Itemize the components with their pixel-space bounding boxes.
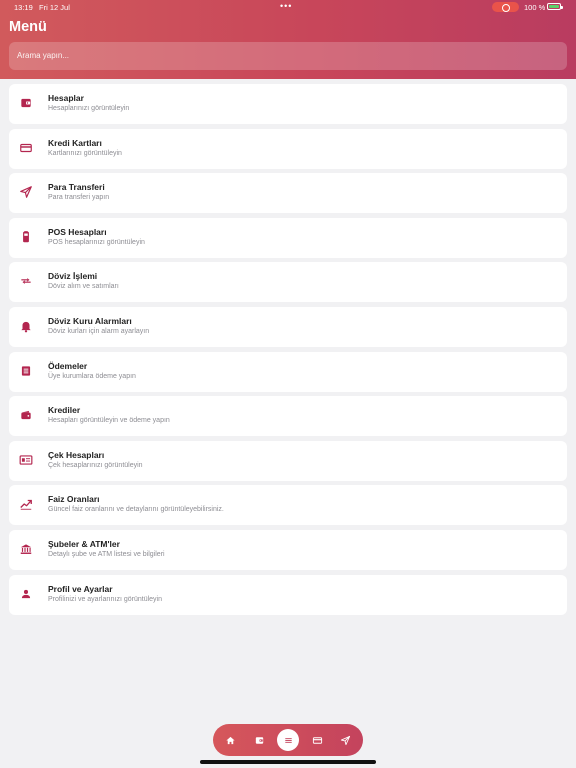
menu-item-subtitle: Para transferi yapın (48, 194, 110, 202)
menu-item-title: POS Hesapları (48, 226, 107, 237)
menu-item-title: Faiz Oranları (48, 494, 100, 505)
tab-accounts[interactable] (249, 730, 269, 750)
home-indicator[interactable] (200, 760, 376, 764)
multitasking-dots-icon[interactable]: ••• (280, 1, 292, 11)
home-icon (225, 736, 235, 744)
menu-item-subtitle: Çek hesaplarınızı görüntüleyin (48, 461, 143, 469)
tab-home[interactable] (220, 730, 240, 750)
page-title: Menü (9, 19, 47, 35)
header: 13:19 Fri 12 Jul ••• 100 % Menü Arama ya… (0, 0, 576, 79)
tab-bar (213, 724, 363, 756)
menu-item-subeler-atmler[interactable]: Şubeler & ATM'ler Detaylı şube ve ATM li… (9, 529, 567, 570)
receipt-icon (19, 364, 33, 378)
battery-icon (547, 3, 563, 10)
cheque-icon (19, 453, 33, 467)
loan-wallet-icon (19, 408, 33, 422)
tab-transfer[interactable] (335, 730, 355, 750)
status-bar: 13:19 Fri 12 Jul ••• 100 % (0, 0, 576, 14)
credit-card-icon (312, 736, 322, 744)
battery-percent: 100 % (524, 3, 546, 12)
trending-up-icon (19, 497, 33, 511)
bank-icon (19, 542, 33, 556)
menu-item-title: Şubeler & ATM'ler (48, 538, 120, 549)
menu-icon (284, 737, 292, 743)
menu-item-title: Ödemeler (48, 360, 88, 371)
menu-item-kredi-kartlari[interactable]: Kredi Kartları Kartlarınızı görüntüleyin (9, 128, 567, 169)
credit-card-icon (19, 141, 33, 155)
menu-item-subtitle: Hesaplarınızı görüntüleyin (48, 105, 130, 112)
menu-item-title: Profil ve Ayarlar (48, 583, 113, 594)
menu-item-cek-hesaplari[interactable]: Çek Hesapları Çek hesaplarınızı görüntül… (9, 440, 567, 481)
menu-item-title: Krediler (48, 405, 81, 416)
status-time: 13:19 Fri 12 Jul (14, 3, 70, 12)
menu-item-title: Kredi Kartları (48, 137, 102, 148)
menu-item-krediler[interactable]: Krediler Hesapları görüntüleyin ve ödeme… (9, 396, 567, 437)
search-input[interactable]: Arama yapın... (9, 42, 567, 70)
menu-item-odemeler[interactable]: Ödemeler Üye kurumlara ödeme yapın (9, 351, 567, 392)
menu-item-title: Döviz İşlemi (48, 271, 98, 282)
menu-item-subtitle: Profilinizi ve ayarlarınızı görüntüleyin (48, 595, 162, 603)
screen-record-icon (492, 2, 519, 12)
menu-item-subtitle: POS hesaplarınızı görüntüleyin (48, 238, 145, 246)
menu-item-para-transferi[interactable]: Para Transferi Para transferi yapın (9, 173, 567, 214)
menu-item-profil-ve-ayarlar[interactable]: Profil ve Ayarlar Profilinizi ve ayarlar… (9, 574, 567, 615)
menu-item-title: Hesaplar (48, 93, 84, 103)
pos-terminal-icon (19, 230, 33, 244)
tab-cards[interactable] (307, 730, 327, 750)
menu-item-subtitle: Döviz kurları için alarm ayarlayın (48, 327, 150, 335)
wallet-icon (255, 736, 263, 744)
menu-item-title: Para Transferi (48, 182, 105, 193)
menu-item-subtitle: Kartlarınızı görüntüleyin (48, 149, 122, 157)
menu-item-faiz-oranlari[interactable]: Faiz Oranları Güncel faiz oranlarını ve … (9, 485, 567, 526)
menu-item-doviz-kuru-alarmlari[interactable]: Döviz Kuru Alarmları Döviz kurları için … (9, 306, 567, 347)
menu-item-pos-hesaplari[interactable]: POS Hesapları POS hesaplarınızı görüntül… (9, 217, 567, 258)
send-icon (19, 185, 33, 199)
menu-item-subtitle: Hesapları görüntüleyin ve ödeme yapın (48, 417, 170, 425)
menu-item-subtitle: Döviz alım ve satımları (48, 283, 119, 291)
person-icon (19, 587, 33, 601)
tab-menu[interactable] (277, 729, 299, 751)
menu-item-doviz-islemi[interactable]: Döviz İşlemi Döviz alım ve satımları (9, 262, 567, 303)
send-icon (340, 735, 350, 745)
menu-list: Hesaplar Hesaplarınızı görüntüleyin Kred… (9, 84, 567, 619)
menu-item-subtitle: Üye kurumlara ödeme yapın (48, 372, 136, 380)
menu-item-title: Çek Hesapları (48, 449, 105, 460)
bell-icon (19, 319, 33, 333)
menu-item-subtitle: Güncel faiz oranlarını ve detaylarını gö… (48, 506, 224, 514)
wallet-icon (19, 96, 33, 110)
menu-item-hesaplar[interactable]: Hesaplar Hesaplarınızı görüntüleyin (9, 84, 567, 124)
exchange-icon (19, 274, 33, 288)
menu-item-title: Döviz Kuru Alarmları (48, 315, 132, 326)
menu-item-subtitle: Detaylı şube ve ATM listesi ve bilgileri (48, 550, 165, 558)
